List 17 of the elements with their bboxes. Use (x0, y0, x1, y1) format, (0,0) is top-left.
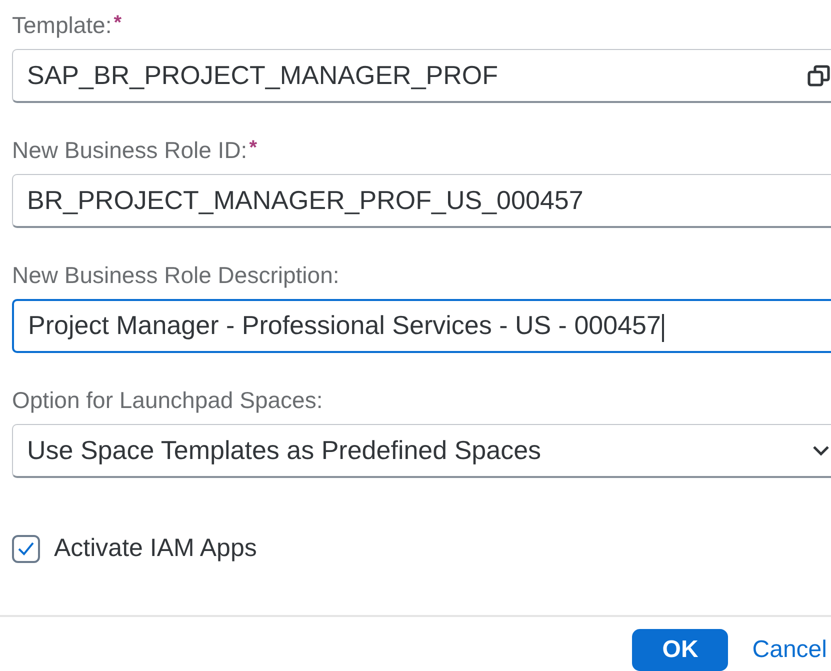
ok-button[interactable]: OK (632, 629, 728, 671)
checkmark-icon (17, 540, 35, 556)
field-label: Template: (12, 12, 112, 39)
select-field[interactable]: Use Space Templates as Predefined Spaces (12, 424, 831, 478)
input-field[interactable]: SAP_BR_PROJECT_MANAGER_PROF (12, 49, 831, 103)
copy-icon[interactable] (807, 64, 831, 88)
input-field[interactable]: BR_PROJECT_MANAGER_PROF_US_000457 (12, 174, 831, 228)
required-mark: * (249, 137, 257, 161)
checkbox-label: Activate IAM Apps (54, 534, 257, 563)
field-label: New Business Role Description: (12, 262, 340, 289)
input-field[interactable]: Project Manager - Professional Services - US - 000457 (12, 299, 831, 353)
cancel-button[interactable]: Cancel (740, 629, 831, 671)
field-label: New Business Role ID: (12, 137, 248, 164)
chevron-down-icon[interactable] (811, 444, 831, 458)
field-label: Option for Launchpad Spaces: (12, 387, 323, 414)
required-mark: * (114, 12, 122, 36)
checkbox[interactable] (12, 534, 40, 562)
